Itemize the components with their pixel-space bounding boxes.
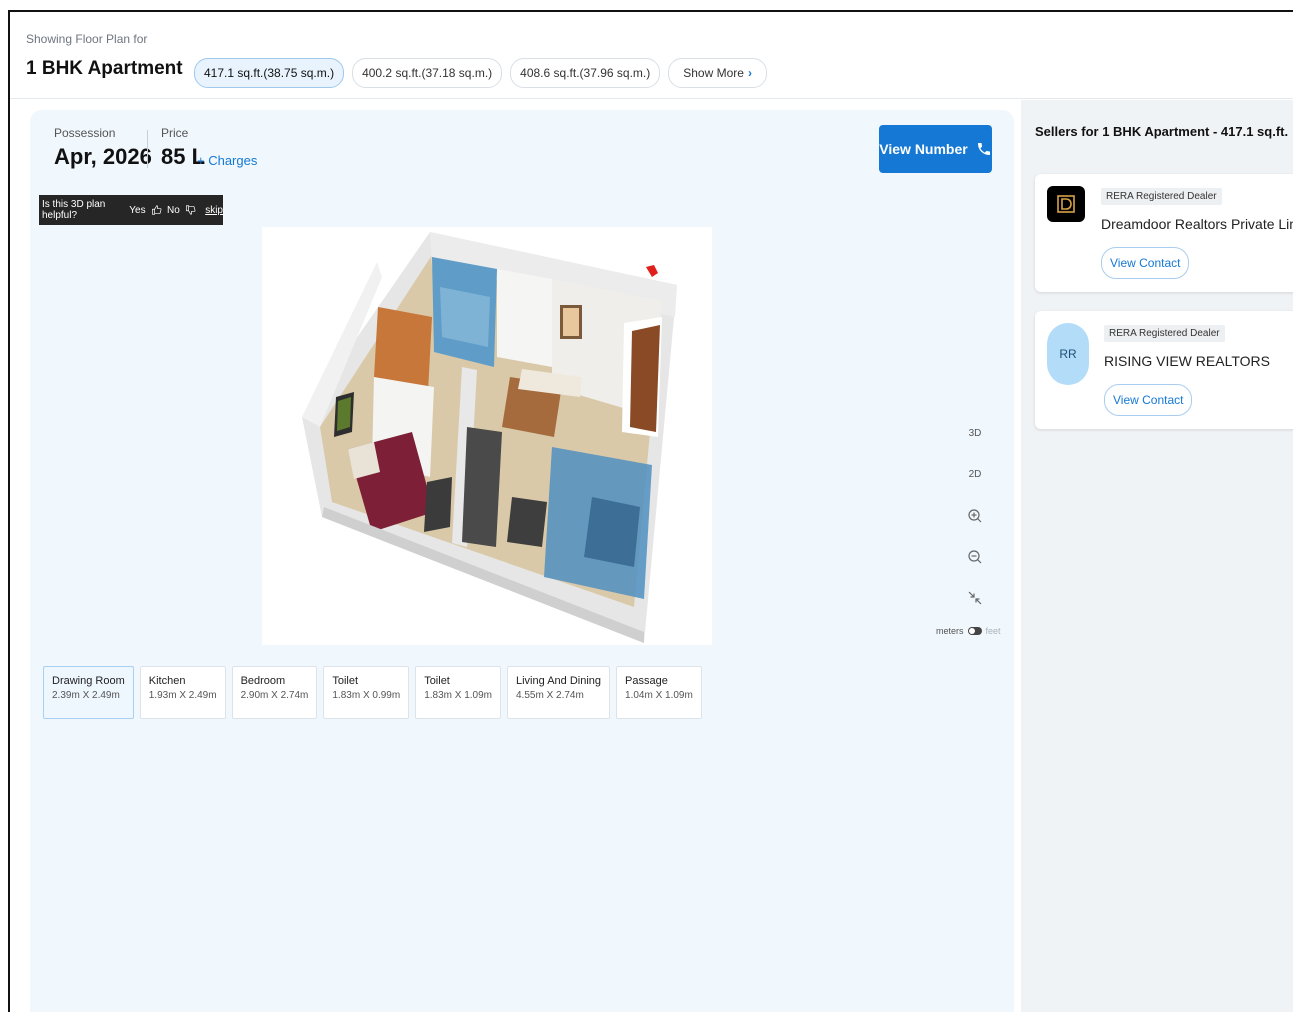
rera-badge: RERA Registered Dealer [1104,325,1225,342]
floor-plan-header: Showing Floor Plan for 1 BHK Apartment 4… [10,12,1293,99]
seller-name: Dreamdoor Realtors Private Limited [1101,216,1293,232]
floor-plan-panel: Possession Apr, 2026 Price 85 L + Charge… [30,110,1014,1012]
thumbs-down-icon[interactable] [185,203,196,217]
room-dimensions: 4.55m X 2.74m [516,690,584,701]
charges-link[interactable]: + Charges [197,153,257,168]
zoom-out-icon [968,550,982,564]
page-frame: Showing Floor Plan for 1 BHK Apartment 4… [8,10,1293,1012]
room-dimensions: 1.93m X 2.49m [148,690,217,701]
room-name: Passage [625,675,668,687]
show-more-label: Show More [683,66,744,80]
feedback-no[interactable]: No [167,205,180,216]
zoom-in-icon [968,509,982,523]
price-label: Price [161,126,189,140]
room-tile-toilet-1[interactable]: Toilet 1.83m X 0.99m [323,666,410,719]
phone-icon [977,143,990,155]
configuration-dropdown[interactable]: 1 BHK Apartment [26,57,214,80]
room-name: Living And Dining [516,675,602,687]
feedback-question: Is this 3D plan helpful? [42,199,106,221]
room-dimensions: 2.39m X 2.49m [52,690,120,701]
view-number-label: View Number [879,141,968,157]
thumbs-up-icon[interactable] [151,203,162,217]
feedback-yes[interactable]: Yes [129,205,145,216]
zoom-in-button[interactable] [960,508,990,527]
divider [147,130,148,168]
sellers-title: Sellers for 1 BHK Apartment - 417.1 sq.f… [1035,124,1289,139]
room-tile-kitchen[interactable]: Kitchen 1.93m X 2.49m [139,666,226,719]
room-tile-bedroom[interactable]: Bedroom 2.90m X 2.74m [231,666,318,719]
unit-toggle[interactable]: meters feet [936,626,1001,636]
room-name: Bedroom [240,675,286,687]
zoom-out-button[interactable] [960,549,990,568]
seller-card-rising-view: RR RERA Registered Dealer RISING VIEW RE… [1035,311,1293,429]
view-3d-button[interactable]: 3D [960,428,990,439]
room-tile-living-and-dining[interactable]: Living And Dining 4.55m X 2.74m [507,666,611,719]
seller-logo [1047,186,1085,222]
unit-toggle-switch[interactable] [967,627,982,635]
room-dimensions: 1.83m X 0.99m [332,690,401,701]
view-2d-button[interactable]: 2D [960,469,990,480]
view-contact-button[interactable]: View Contact [1101,247,1190,279]
possession-value: Apr, 2026 [54,144,152,169]
rera-badge: RERA Registered Dealer [1101,188,1222,205]
reset-view-button[interactable] [960,590,990,609]
size-option-2[interactable]: 400.2 sq.ft.(37.18 sq.m.) [352,58,503,88]
configuration-label: 1 BHK Apartment [26,58,183,79]
room-tile-passage[interactable]: Passage 1.04m X 1.09m [616,666,702,719]
size-options: 417.1 sq.ft.(38.75 sq.m.) 400.2 sq.ft.(3… [194,58,767,88]
showing-label: Showing Floor Plan for [26,32,148,46]
floor-plan-3d-image[interactable] [262,227,712,645]
sellers-panel: Sellers for 1 BHK Apartment - 417.1 sq.f… [1021,100,1293,1012]
unit-feet-label: feet [985,626,1001,636]
dreamdoor-logo-icon [1057,195,1075,213]
unit-meters-label: meters [936,626,964,636]
size-option-3[interactable]: 408.6 sq.ft.(37.96 sq.m.) [510,58,661,88]
room-name: Toilet [424,675,450,687]
room-name: Kitchen [148,675,186,687]
size-option-1[interactable]: 417.1 sq.ft.(38.75 sq.m.) [194,58,345,88]
room-dimensions: 1.04m X 1.09m [625,690,693,701]
room-tile-drawing-room[interactable]: Drawing Room 2.39m X 2.49m [43,666,134,719]
room-tile-toilet-2[interactable]: Toilet 1.83m X 1.09m [415,666,501,719]
seller-avatar: RR [1047,323,1089,385]
room-dimensions: 2.90m X 2.74m [240,690,309,701]
collapse-arrows-icon [968,591,982,605]
view-number-button[interactable]: View Number [879,125,992,173]
seller-card-dreamdoor: RERA Registered Dealer Dreamdoor Realtor… [1035,174,1293,292]
plan-feedback-bar: Is this 3D plan helpful? Yes No skip [39,195,223,225]
floor-plan-illustration [302,232,677,643]
chevron-right-icon: › [747,66,752,80]
feedback-skip-link[interactable]: skip [205,205,223,216]
room-dimensions: 1.83m X 1.09m [424,690,492,701]
view-contact-button[interactable]: View Contact [1104,384,1193,416]
room-name: Toilet [332,675,359,687]
seller-name: RISING VIEW REALTORS [1104,353,1270,369]
show-more-button[interactable]: Show More › [668,58,767,88]
room-name: Drawing Room [52,675,125,687]
possession-label: Possession [54,126,116,140]
room-list: Drawing Room 2.39m X 2.49m Kitchen 1.93m… [43,666,702,719]
